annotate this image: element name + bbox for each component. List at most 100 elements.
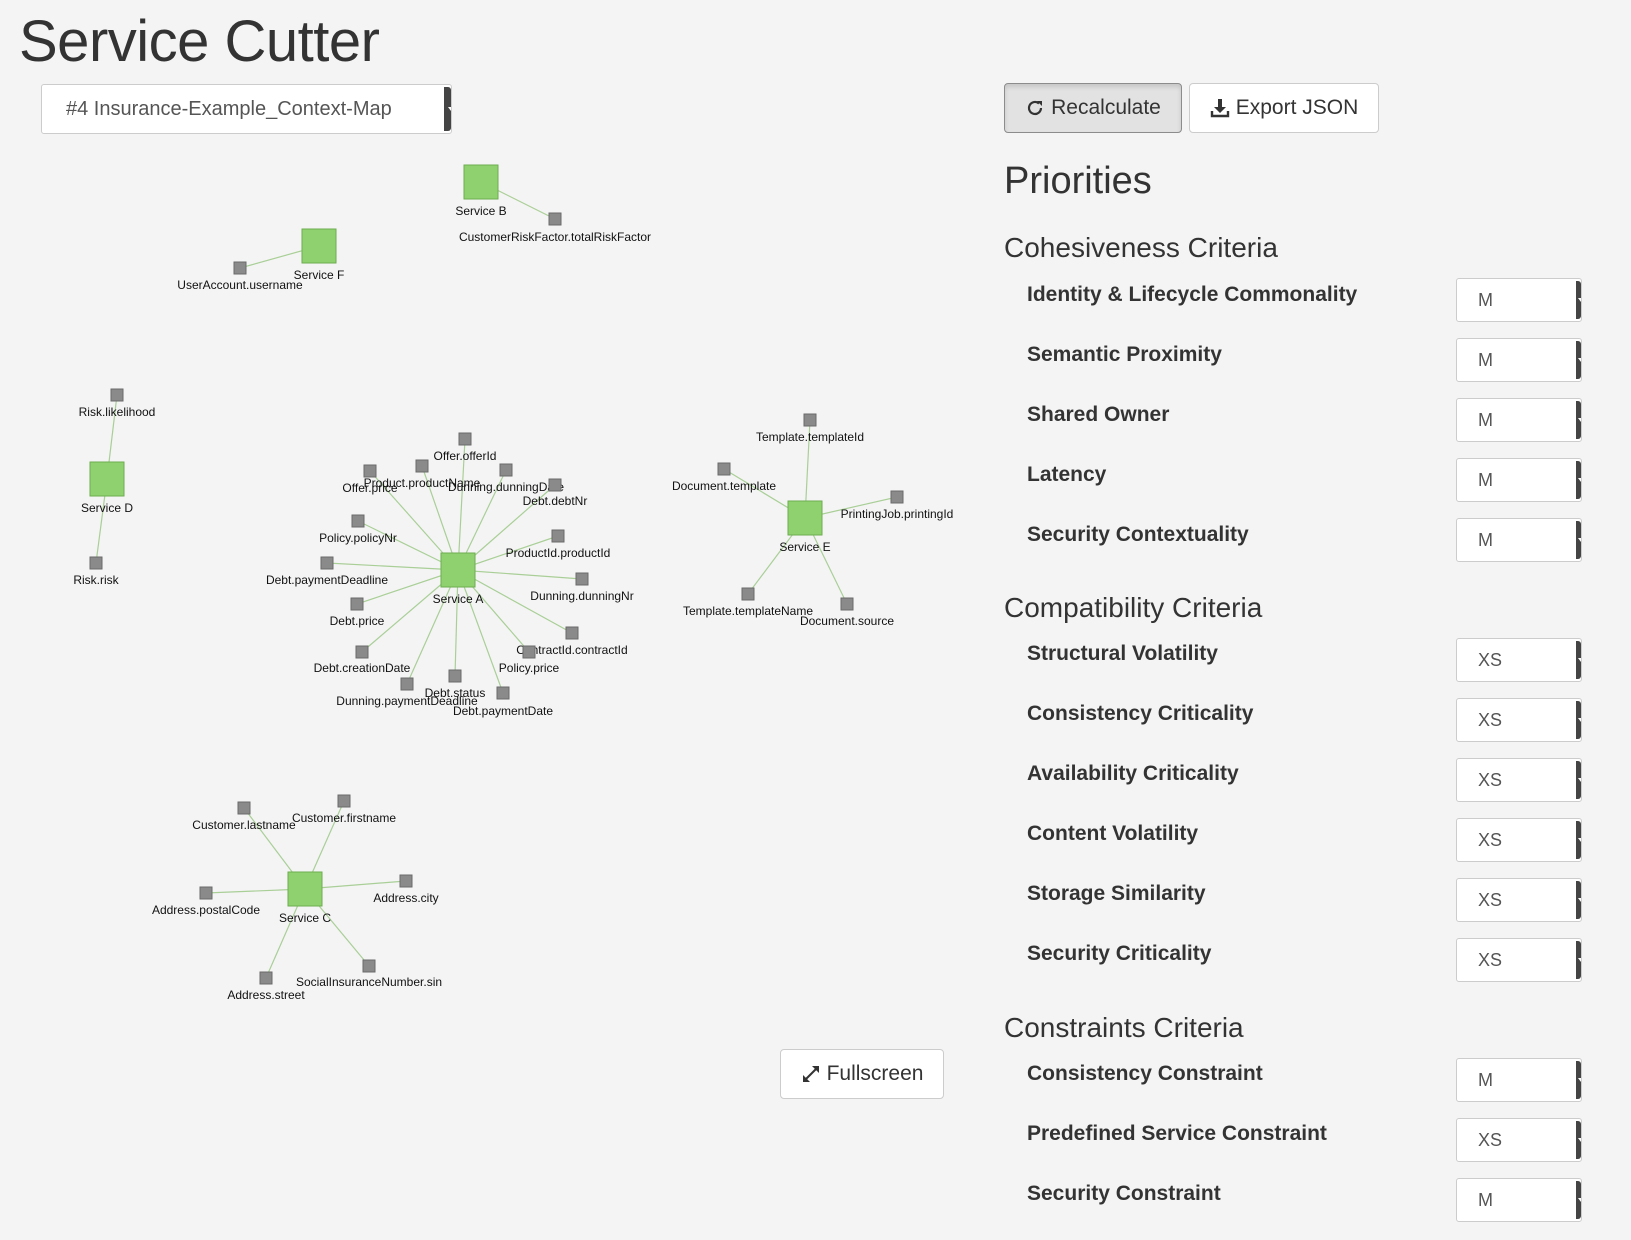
nanoentity-label: CustomerRiskFactor.totalRiskFactor xyxy=(459,230,651,244)
nanoentity-label: Offer.price xyxy=(342,481,397,495)
chevron-down-icon xyxy=(1576,461,1581,499)
nanoentity-node xyxy=(551,529,565,543)
nanoentity-label: UserAccount.username xyxy=(177,278,303,292)
criterion-select[interactable]: XS xyxy=(1456,878,1582,922)
chevron-down-icon xyxy=(1576,941,1581,979)
nanoentity-node xyxy=(448,669,462,683)
nanoentity-label: Debt.status xyxy=(425,686,486,700)
nanoentity-node xyxy=(355,645,369,659)
chevron-down-icon xyxy=(1576,401,1581,439)
nanoentity-label: Dunning.dunningNr xyxy=(530,589,633,603)
service-node xyxy=(440,552,476,588)
nanoentity-label: Offer.offerId xyxy=(434,449,497,463)
nanoentity-label: Customer.firstname xyxy=(292,811,396,825)
model-select-value: #4 Insurance-Example_Context-Map xyxy=(66,97,392,120)
nanoentity-node xyxy=(259,971,273,985)
criterion-select-value: M xyxy=(1478,1189,1493,1210)
app-title: Service Cutter xyxy=(19,9,380,74)
chevron-down-icon xyxy=(1576,1061,1581,1099)
chevron-down-icon xyxy=(1576,821,1581,859)
download-icon xyxy=(1210,99,1229,118)
nanoentity-node xyxy=(741,587,755,601)
nanoentity-node xyxy=(496,686,510,700)
nanoentity-label: Debt.price xyxy=(330,614,385,628)
nanoentity-label: Template.templateName xyxy=(683,604,813,618)
service-graph[interactable]: Offer.offerIdProduct.productNameDunning.… xyxy=(0,150,980,1030)
criterion-select[interactable]: M xyxy=(1456,278,1582,322)
nanoentity-node xyxy=(458,432,472,446)
nanoentity-label: Document.source xyxy=(800,614,894,628)
service-label: Service B xyxy=(455,204,506,218)
expand-icon xyxy=(802,1066,819,1082)
chevron-down-icon xyxy=(1576,281,1581,319)
criterion-select-value: XS xyxy=(1478,769,1503,790)
criterion-label: Predefined Service Constraint xyxy=(1027,1122,1327,1145)
nanoentity-node xyxy=(199,886,213,900)
chevron-down-icon xyxy=(1576,701,1581,739)
export-json-button[interactable]: Export JSON xyxy=(1189,83,1379,133)
criterion-select[interactable]: M xyxy=(1456,338,1582,382)
nanoentity-node xyxy=(237,801,251,815)
nanoentity-label: Template.templateId xyxy=(756,430,864,444)
recalculate-label: Recalculate xyxy=(1051,96,1161,119)
nanoentity-label: PrintingJob.printingId xyxy=(841,507,954,521)
criterion-select[interactable]: M xyxy=(1456,458,1582,502)
criterion-select[interactable]: M xyxy=(1456,518,1582,562)
nanoentity-label: Customer.lastname xyxy=(192,818,296,832)
fullscreen-label: Fullscreen xyxy=(826,1062,924,1085)
criterion-select-value: M xyxy=(1478,409,1493,430)
nanoentity-label: Document.template xyxy=(672,479,776,493)
criterion-select-value: M xyxy=(1478,1069,1493,1090)
criterion-label: Security Contextuality xyxy=(1027,523,1249,546)
criterion-label: Semantic Proximity xyxy=(1027,343,1222,366)
nanoentity-node xyxy=(350,597,364,611)
chevron-down-icon xyxy=(1576,641,1581,679)
criterion-select-value: XS xyxy=(1478,709,1503,730)
criterion-select-value: M xyxy=(1478,529,1493,550)
nanoentity-node xyxy=(890,490,904,504)
nanoentity-label: Debt.debtNr xyxy=(523,494,588,508)
criterion-select[interactable]: M xyxy=(1456,1058,1582,1102)
nanoentity-node xyxy=(362,959,376,973)
nanoentity-node xyxy=(717,462,731,476)
criterion-label: Shared Owner xyxy=(1027,403,1170,426)
criterion-label: Content Volatility xyxy=(1027,822,1199,845)
criterion-label: Security Criticality xyxy=(1027,942,1212,965)
nanoentity-label: Address.postalCode xyxy=(152,903,260,917)
nanoentity-label: Dunning.dunningDate xyxy=(448,480,564,494)
nanoentity-label: Risk.risk xyxy=(73,573,119,587)
criterion-select[interactable]: M xyxy=(1456,398,1582,442)
nanoentity-label: Debt.paymentDate xyxy=(453,704,553,718)
priorities-title: Priorities xyxy=(1004,160,1152,202)
graph-edge xyxy=(326,562,459,571)
graph-edge xyxy=(457,569,583,580)
criterion-select[interactable]: XS xyxy=(1456,818,1582,862)
recalculate-button[interactable]: Recalculate xyxy=(1004,83,1182,133)
criterion-label: Structural Volatility xyxy=(1027,642,1218,665)
section-title-cohesiveness: Cohesiveness Criteria xyxy=(1004,232,1278,263)
criterion-select[interactable]: XS xyxy=(1456,1118,1582,1162)
model-select[interactable]: #4 Insurance-Example_Context-Map xyxy=(41,84,452,134)
nanoentity-node xyxy=(400,677,414,691)
fullscreen-button[interactable]: Fullscreen xyxy=(780,1049,944,1099)
service-label: Service D xyxy=(81,501,133,515)
service-node xyxy=(301,228,337,264)
criterion-label: Security Constraint xyxy=(1027,1182,1221,1205)
nanoentity-node xyxy=(233,261,247,275)
service-label: Service E xyxy=(779,540,830,554)
criterion-select-value: XS xyxy=(1478,649,1503,670)
criterion-select[interactable]: XS xyxy=(1456,638,1582,682)
criterion-select[interactable]: M xyxy=(1456,1178,1582,1222)
criterion-select[interactable]: XS xyxy=(1456,938,1582,982)
criterion-label: Storage Similarity xyxy=(1027,882,1206,905)
criterion-select[interactable]: XS xyxy=(1456,698,1582,742)
criterion-select[interactable]: XS xyxy=(1456,758,1582,802)
nanoentity-label: SocialInsuranceNumber.sin xyxy=(296,975,442,989)
graph-edge xyxy=(457,569,504,694)
nanoentity-node xyxy=(565,626,579,640)
nanoentity-label: Address.street xyxy=(227,988,305,1002)
nanoentity-node xyxy=(803,413,817,427)
nanoentity-node xyxy=(363,464,377,478)
nanoentity-node xyxy=(522,645,536,659)
nanoentity-node xyxy=(575,572,589,586)
